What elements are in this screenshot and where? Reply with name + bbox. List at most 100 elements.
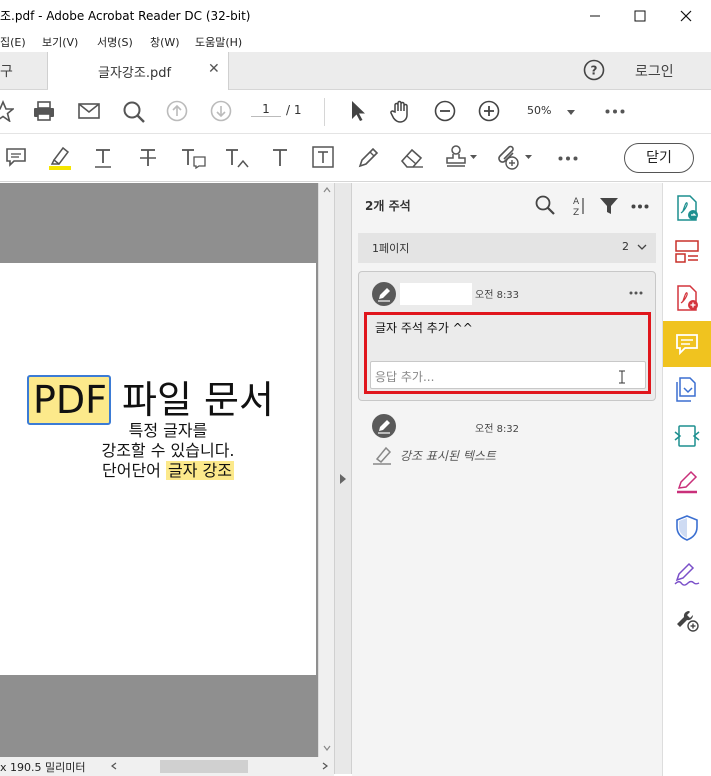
- more-options-icon[interactable]: [605, 109, 625, 114]
- svg-text:?: ?: [591, 64, 598, 78]
- page-down-icon[interactable]: [210, 100, 232, 122]
- comment-options-icon[interactable]: [631, 204, 649, 209]
- add-text-icon[interactable]: [270, 147, 290, 169]
- pdf-page: PDF 파일 문서 특정 글자를 강조할 수 있습니다. 단어단어 글자 강조: [0, 263, 316, 675]
- help-icon[interactable]: ?: [583, 59, 605, 81]
- print-icon[interactable]: [33, 100, 55, 122]
- title-bar: 조.pdf - Adobe Acrobat Reader DC (32-bit): [0, 0, 711, 32]
- toolbar-separator: [324, 98, 325, 126]
- comment-time: 오전 8:33: [475, 290, 520, 301]
- doc-body: 특정 글자를 강조할 수 있습니다. 단어단어 글자 강조: [0, 421, 336, 481]
- tab-close-icon[interactable]: ✕: [208, 61, 220, 77]
- page-up-icon[interactable]: [166, 100, 188, 122]
- select-cursor-icon[interactable]: [348, 100, 368, 122]
- doc-line-3-prefix: 단어단어: [102, 461, 161, 480]
- insert-text-icon[interactable]: [224, 147, 250, 169]
- vertical-scrollbar[interactable]: [318, 183, 334, 757]
- page-group-header[interactable]: 1페이지 2: [358, 233, 656, 263]
- organize-pages-icon[interactable]: [663, 229, 711, 275]
- zoom-in-icon[interactable]: [478, 100, 500, 122]
- reply-placeholder: 응답 추가...: [375, 370, 435, 384]
- menu-help[interactable]: 도움말(H): [195, 34, 242, 50]
- chevron-down-icon: [637, 244, 647, 250]
- close-icon: [680, 10, 692, 22]
- comment-card[interactable]: 오전 8:32 강조 표시된 텍스트: [358, 407, 656, 467]
- hand-tool-icon[interactable]: [389, 100, 413, 124]
- maximize-button[interactable]: [617, 0, 663, 32]
- minimize-button[interactable]: [572, 0, 618, 32]
- comment-toolbar: 닫기: [0, 134, 711, 182]
- chevron-down-icon[interactable]: [567, 110, 575, 115]
- document-viewport[interactable]: PDF 파일 문서 특정 글자를 강조할 수 있습니다. 단어단어 글자 강조: [0, 183, 318, 757]
- page-size-text: x 190.5 밀리미터: [0, 761, 86, 774]
- filter-icon[interactable]: [599, 197, 619, 215]
- email-icon[interactable]: [78, 100, 100, 122]
- avatar: [372, 282, 396, 306]
- author-name-redacted: [400, 415, 472, 437]
- status-bar: x 190.5 밀리미터: [0, 757, 334, 776]
- search-comments-icon[interactable]: [535, 195, 555, 215]
- comment-card[interactable]: 오전 8:33 글자 주석 추가 ^^ 응답 추가...: [358, 271, 656, 401]
- strikethrough-icon[interactable]: [138, 147, 158, 169]
- menu-edit[interactable]: 집(E): [0, 34, 26, 50]
- main-toolbar: 1 / 1 50%: [0, 90, 711, 134]
- svg-text:A: A: [573, 197, 580, 207]
- more-tools-icon[interactable]: [558, 156, 578, 161]
- star-icon[interactable]: [0, 100, 14, 122]
- page-group-label: 1페이지: [372, 242, 410, 255]
- doc-line-3-highlight: 글자 강조: [166, 461, 234, 480]
- doc-title-highlight: PDF: [33, 378, 108, 422]
- sort-icon[interactable]: AZ: [570, 195, 586, 217]
- pencil-icon[interactable]: [356, 146, 380, 170]
- attach-icon[interactable]: [497, 145, 535, 171]
- tab-document[interactable]: 글자강조.pdf ✕: [48, 52, 229, 90]
- highlight-pen-icon[interactable]: [48, 145, 72, 171]
- page-number-input[interactable]: 1: [251, 102, 281, 117]
- author-name-redacted: [400, 283, 472, 305]
- zoom-select[interactable]: 50%: [527, 104, 551, 117]
- login-link[interactable]: 로그인: [635, 61, 674, 81]
- menu-sign[interactable]: 서명(S): [97, 34, 133, 50]
- comment-text[interactable]: 글자 주석 추가 ^^: [375, 319, 473, 336]
- minimize-icon: [590, 15, 600, 17]
- tab-document-label: 글자강조.pdf: [98, 66, 172, 81]
- horizontal-scroll-thumb[interactable]: [160, 760, 248, 773]
- sticky-note-icon[interactable]: [5, 146, 27, 168]
- comment-tool-icon[interactable]: [663, 321, 711, 367]
- comment-time: 오전 8:32: [475, 424, 520, 435]
- search-icon[interactable]: [122, 100, 146, 124]
- close-window-button[interactable]: [663, 0, 709, 32]
- replace-text-icon[interactable]: [180, 147, 206, 169]
- doc-title-rest: 파일 문서: [122, 378, 274, 422]
- create-pdf-icon[interactable]: [663, 275, 711, 321]
- expand-panel-icon: [340, 474, 346, 484]
- eraser-icon[interactable]: [399, 146, 425, 170]
- svg-text:Z: Z: [573, 208, 579, 217]
- zoom-out-icon[interactable]: [434, 100, 456, 122]
- comment-more-icon[interactable]: [629, 291, 643, 295]
- doc-line-2: 강조할 수 있습니다.: [101, 441, 235, 460]
- scroll-up-icon: [323, 187, 331, 193]
- doc-line-1: 특정 글자를: [128, 421, 208, 440]
- stamp-icon[interactable]: [444, 145, 478, 169]
- combine-files-icon[interactable]: [663, 367, 711, 413]
- more-tools-wrench-icon[interactable]: [663, 597, 711, 643]
- fill-sign-icon[interactable]: [663, 459, 711, 505]
- menu-bar: 집(E) 보기(V) 서명(S) 창(W) 도움말(H): [0, 32, 711, 52]
- panel-divider[interactable]: [334, 183, 352, 774]
- underline-text-icon[interactable]: [93, 147, 113, 169]
- export-pdf-icon[interactable]: [663, 185, 711, 231]
- protect-shield-icon[interactable]: [663, 505, 711, 551]
- compress-pdf-icon[interactable]: [663, 413, 711, 459]
- menu-view[interactable]: 보기(V): [42, 34, 78, 50]
- maximize-icon: [634, 10, 646, 22]
- tab-tools[interactable]: 구: [0, 52, 48, 89]
- reply-input[interactable]: 응답 추가...: [370, 361, 646, 389]
- request-signature-icon[interactable]: [663, 551, 711, 597]
- page-total: / 1: [286, 103, 302, 117]
- highlight-annotation-icon: [373, 446, 392, 465]
- menu-window[interactable]: 창(W): [150, 34, 180, 50]
- close-comment-tools-button[interactable]: 닫기: [624, 143, 694, 173]
- tab-tools-label: 구: [0, 64, 13, 80]
- text-box-icon[interactable]: [312, 146, 334, 168]
